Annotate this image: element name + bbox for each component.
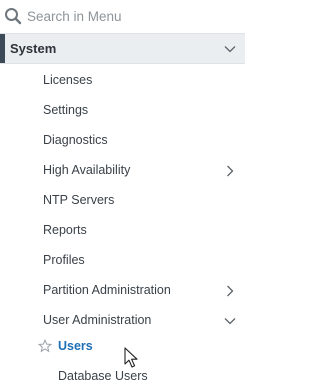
menu-item-diagnostics[interactable]: Diagnostics: [0, 125, 245, 155]
menu-item-partition-administration[interactable]: Partition Administration: [0, 275, 245, 305]
menu-item-ntp-servers[interactable]: NTP Servers: [0, 185, 245, 215]
mouse-pointer-icon: [124, 347, 138, 368]
submenu-item-database-users[interactable]: Database Users: [0, 361, 245, 391]
submenu-item-users[interactable]: Users: [0, 331, 245, 361]
section-system[interactable]: System: [0, 33, 245, 64]
menu-item-label: User Administration: [43, 313, 152, 327]
menu-item-label: Profiles: [43, 253, 85, 267]
section-label: System: [10, 41, 57, 56]
menu-item-high-availability[interactable]: High Availability: [0, 155, 245, 185]
menu-item-label: Partition Administration: [43, 283, 171, 297]
search-icon: [5, 8, 22, 25]
chevron-right-icon: [227, 285, 234, 297]
menu-search: [0, 0, 245, 33]
menu-item-label: High Availability: [43, 163, 131, 177]
menu-item-label: Reports: [43, 223, 87, 237]
menu-item-label: NTP Servers: [43, 193, 115, 207]
section-accent-bar: [0, 34, 5, 63]
chevron-down-icon: [224, 318, 236, 325]
menu-item-settings[interactable]: Settings: [0, 95, 245, 125]
menu-item-label: Settings: [43, 103, 89, 117]
chevron-down-icon: [224, 46, 236, 53]
menu-item-licenses[interactable]: Licenses: [0, 65, 245, 95]
search-input[interactable]: [27, 6, 237, 26]
menu-item-profiles[interactable]: Profiles: [0, 245, 245, 275]
chevron-right-icon: [227, 165, 234, 177]
star-outline-icon[interactable]: [38, 339, 52, 353]
menu-item-label: Licenses: [43, 73, 93, 87]
menu-item-label: Diagnostics: [43, 133, 108, 147]
menu-item-reports[interactable]: Reports: [0, 215, 245, 245]
submenu-item-label: Database Users: [58, 369, 148, 383]
submenu-item-label: Users: [58, 339, 93, 353]
